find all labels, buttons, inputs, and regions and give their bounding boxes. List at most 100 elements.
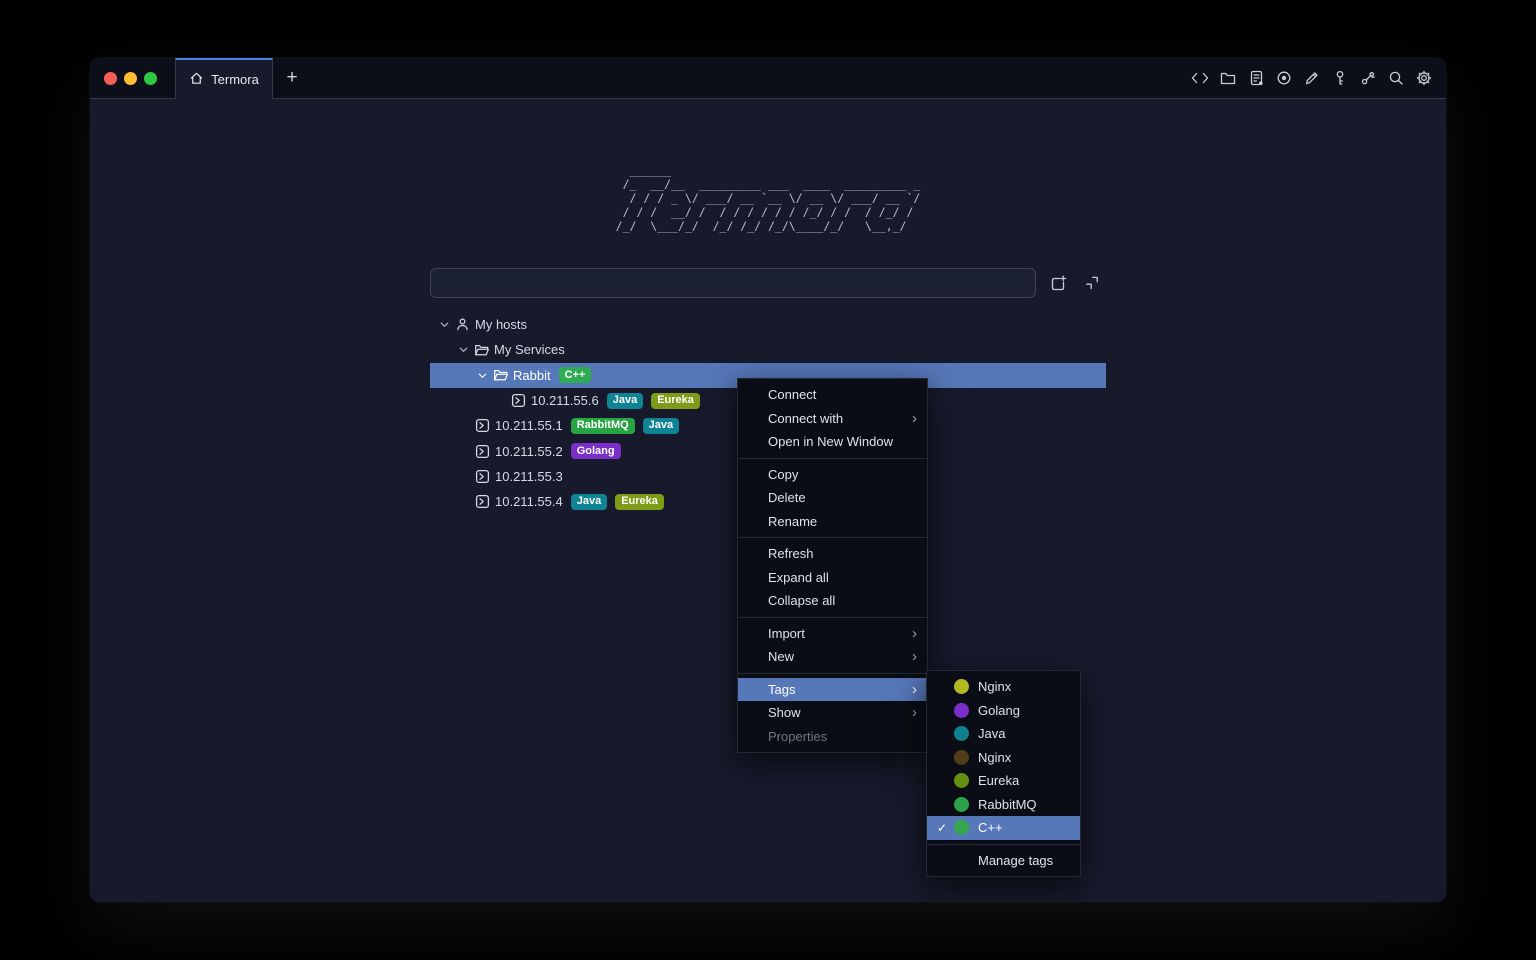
menu-item-collapse-all[interactable]: Collapse all — [738, 589, 927, 613]
menu-separator — [738, 458, 927, 459]
folder-open-icon — [493, 368, 512, 382]
tag-badge: Eureka — [651, 393, 700, 409]
person-icon — [455, 317, 474, 332]
tag-menu-item-rabbitmq[interactable]: RabbitMQ — [927, 793, 1080, 817]
tag-label: Nginx — [978, 750, 1011, 765]
tree-label: 10.211.55.2 — [495, 444, 563, 459]
tag-badge: RabbitMQ — [571, 418, 635, 434]
menu-item-label: Connect — [768, 387, 816, 402]
tag-color-dot — [954, 703, 969, 718]
record-icon[interactable] — [1275, 69, 1293, 87]
tag-badge: Eureka — [615, 494, 664, 510]
submenu-arrow-icon: › — [912, 411, 917, 426]
minimize-window-button[interactable] — [124, 72, 137, 85]
chevron-down-icon[interactable] — [438, 318, 455, 331]
terminal-icon — [475, 469, 494, 484]
submenu-arrow-icon: › — [912, 626, 917, 641]
context-menu: Connect Connect with › Open in New Window Co… — [737, 378, 928, 753]
menu-item-rename[interactable]: Rename — [738, 510, 927, 534]
folder-icon[interactable] — [1219, 69, 1237, 87]
edit-icon[interactable] — [1303, 69, 1321, 87]
menu-item-label: Delete — [768, 490, 806, 505]
tag-menu-item-eureka[interactable]: Eureka — [927, 769, 1080, 793]
key-icon[interactable] — [1331, 69, 1349, 87]
tag-color-dot — [954, 797, 969, 812]
toolbar — [1191, 58, 1446, 98]
menu-item-copy[interactable]: Copy — [738, 463, 927, 487]
search-icon[interactable] — [1387, 69, 1405, 87]
menu-item-label: Rename — [768, 514, 817, 529]
tag-menu-item-golang[interactable]: Golang — [927, 699, 1080, 723]
menu-item-label: Properties — [768, 729, 827, 744]
zoom-window-button[interactable] — [144, 72, 157, 85]
menu-item-label: Connect with — [768, 411, 843, 426]
tree-label: 10.211.55.4 — [495, 494, 563, 509]
menu-item-properties: Properties — [738, 725, 927, 749]
menu-separator — [927, 844, 1080, 845]
keychain-icon[interactable] — [1359, 69, 1377, 87]
tags-submenu: Nginx Golang Java Nginx Eureka RabbitMQ ✓C++ Ma… — [926, 670, 1081, 877]
tag-menu-item-java[interactable]: Java — [927, 722, 1080, 746]
menu-item-manage-tags[interactable]: Manage tags — [927, 849, 1080, 873]
menu-separator — [738, 617, 927, 618]
code-icon[interactable] — [1191, 69, 1209, 87]
tab-termora[interactable]: Termora — [175, 58, 273, 99]
menu-item-show[interactable]: Show › — [738, 701, 927, 725]
menu-item-import[interactable]: Import › — [738, 622, 927, 646]
log-icon[interactable] — [1247, 69, 1265, 87]
menu-item-label: Tags — [768, 682, 795, 697]
tag-menu-item-nginx[interactable]: Nginx — [927, 675, 1080, 699]
tag-badge: Golang — [571, 443, 621, 459]
tree-label: 10.211.55.3 — [495, 469, 563, 484]
tag-label: C++ — [978, 820, 1003, 835]
menu-item-label: Import — [768, 626, 805, 641]
tag-label: Nginx — [978, 679, 1011, 694]
search-row — [430, 268, 1106, 298]
menu-item-label: Open in New Window — [768, 434, 893, 449]
terminal-icon — [475, 444, 494, 459]
search-input[interactable] — [430, 268, 1036, 298]
menu-item-connect-with[interactable]: Connect with › — [738, 407, 927, 431]
close-window-button[interactable] — [104, 72, 117, 85]
submenu-arrow-icon: › — [912, 682, 917, 697]
tag-menu-item-c-[interactable]: ✓C++ — [927, 816, 1080, 840]
menu-item-tags[interactable]: Tags › — [738, 678, 927, 702]
menu-item-delete[interactable]: Delete — [738, 486, 927, 510]
tree-row[interactable]: My Services — [430, 337, 1106, 362]
collapse-all-icon[interactable] — [1082, 273, 1102, 293]
menu-item-refresh[interactable]: Refresh — [738, 542, 927, 566]
tag-badge: Java — [607, 393, 643, 409]
tag-label: RabbitMQ — [978, 797, 1037, 812]
settings-icon[interactable] — [1415, 69, 1433, 87]
chevron-down-icon[interactable] — [476, 369, 493, 382]
menu-item-label: New — [768, 649, 794, 664]
menu-item-open-in-new-window[interactable]: Open in New Window — [738, 430, 927, 454]
menu-item-label: Collapse all — [768, 593, 835, 608]
menu-item-expand-all[interactable]: Expand all — [738, 566, 927, 590]
tag-menu-item-nginx[interactable]: Nginx — [927, 746, 1080, 770]
tag-color-dot — [954, 820, 969, 835]
tag-label: Golang — [978, 703, 1020, 718]
add-host-icon[interactable] — [1048, 273, 1068, 293]
ascii-logo-wrap: ______ /_ __/__ _________ ___ ____ _____… — [90, 163, 1446, 233]
home-icon — [189, 71, 204, 89]
tree-label: 10.211.55.1 — [495, 418, 563, 433]
chevron-down-icon[interactable] — [457, 343, 474, 356]
menu-separator — [738, 537, 927, 538]
menu-item-label: Refresh — [768, 546, 814, 561]
new-tab-button[interactable]: + — [279, 58, 305, 98]
menu-item-connect[interactable]: Connect — [738, 383, 927, 407]
tree-label: Rabbit — [513, 368, 551, 383]
tree-label: My hosts — [475, 317, 527, 332]
menu-item-new[interactable]: New› — [738, 645, 927, 669]
titlebar: Termora + — [90, 58, 1446, 99]
submenu-arrow-icon: › — [912, 705, 917, 720]
menu-separator — [738, 673, 927, 674]
folder-open-icon — [474, 343, 493, 357]
tag-color-dot — [954, 750, 969, 765]
menu-item-label: Show — [768, 705, 801, 720]
tag-badge: Java — [643, 418, 679, 434]
tag-color-dot — [954, 726, 969, 741]
app-window: Termora + ______ /_ __/__ _________ ___ … — [90, 58, 1446, 902]
tree-row[interactable]: My hosts — [430, 312, 1106, 337]
